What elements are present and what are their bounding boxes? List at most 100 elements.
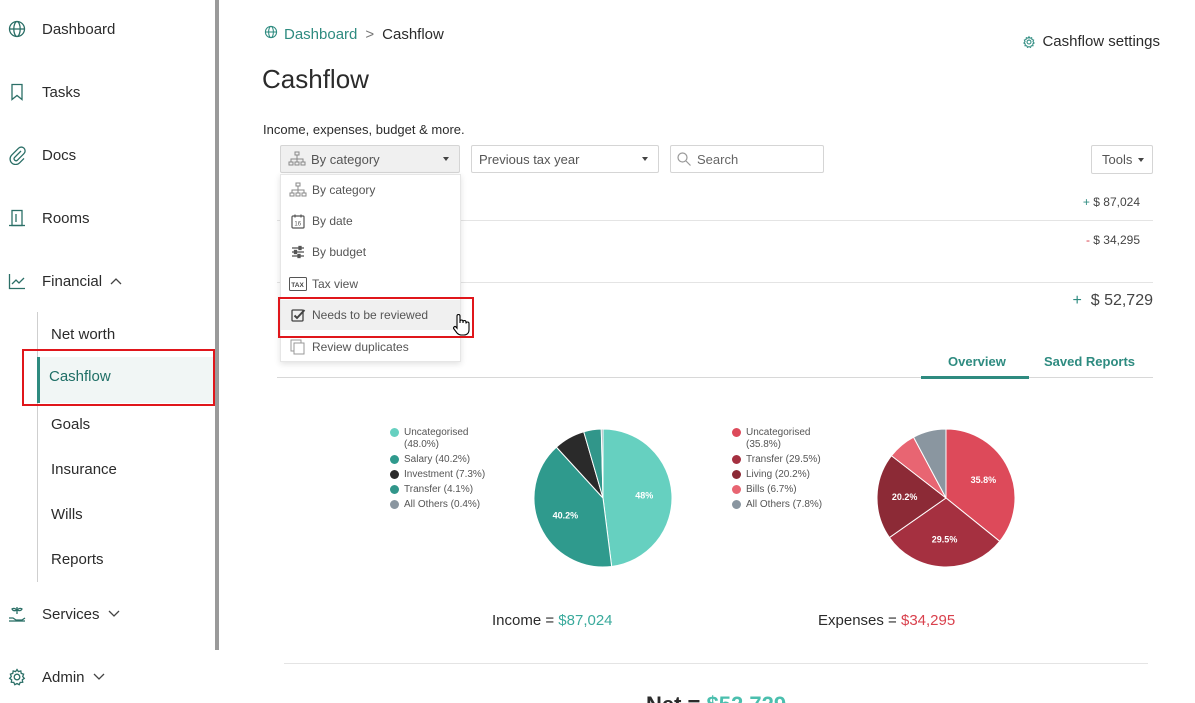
legend-swatch (390, 455, 399, 464)
legend-label: Salary (40.2%) (404, 454, 471, 465)
svg-text:16: 16 (294, 221, 301, 227)
breadcrumb-dashboard-link[interactable]: Dashboard (284, 26, 357, 43)
highlight-box-cashflow (22, 349, 215, 406)
sidebar-item-label: Financial (42, 272, 103, 290)
page-title: Cashflow (262, 64, 369, 94)
sidebar-item-tasks[interactable]: Tasks (0, 72, 80, 112)
pie-slice-label: 29.5% (932, 534, 958, 544)
sidebar-item-rooms[interactable]: Rooms (0, 198, 90, 238)
legend-swatch (732, 428, 741, 437)
sidebar-item-label: Tasks (42, 83, 81, 101)
svg-text:TAX: TAX (291, 282, 304, 289)
sidebar-item-label: Services (42, 605, 100, 623)
legend-swatch (732, 455, 741, 464)
caret-down-icon (443, 157, 449, 161)
menu-item-tax-view[interactable]: TAX Tax view (281, 269, 460, 299)
legend-label: Living (20.2%) (746, 469, 810, 480)
search-icon (677, 152, 691, 166)
search-placeholder: Search (697, 151, 739, 167)
sidebar-item-dashboard[interactable]: Dashboard (0, 9, 115, 49)
sidebar-item-admin[interactable]: Admin (0, 657, 105, 697)
cashflow-settings-button[interactable]: Cashflow settings (1022, 33, 1160, 50)
gear-icon (1023, 35, 1036, 48)
legend-item[interactable]: Salary (40.2%) (390, 454, 494, 466)
section-divider (284, 663, 1148, 664)
legend-label: Investment (7.3%) (404, 469, 486, 480)
sliders-icon (289, 243, 307, 261)
legend-label: Uncategorised (35.8%) (746, 427, 811, 450)
copy-icon (289, 338, 307, 356)
legend-label: Bills (6.7%) (746, 484, 797, 495)
breadcrumb-separator: > (365, 25, 375, 43)
legend-label: Transfer (4.1%) (404, 484, 474, 495)
hand-cursor-icon (452, 313, 472, 342)
menu-item-by-date[interactable]: 16 By date (281, 206, 460, 236)
sidebar-item-services[interactable]: Services (0, 594, 120, 634)
tax-icon: TAX (289, 275, 307, 293)
chevron-down-icon (93, 673, 105, 681)
sidebar-subitem-wills[interactable]: Wills (51, 503, 83, 527)
breadcrumb: Dashboard > Cashflow (264, 25, 444, 43)
legend-label: All Others (0.4%) (404, 499, 481, 510)
tools-label: Tools (1102, 152, 1133, 167)
legend-swatch (390, 470, 399, 479)
legend-swatch (732, 485, 741, 494)
legend-item[interactable]: Investment (7.3%) (390, 469, 494, 481)
menu-item-by-category[interactable]: By category (281, 175, 460, 205)
income-total: Income = $87,024 (492, 612, 613, 629)
legend-item[interactable]: Transfer (29.5%) (732, 454, 836, 466)
legend-item[interactable]: Bills (6.7%) (732, 484, 836, 496)
settings-label: Cashflow settings (1042, 33, 1160, 50)
legend-item[interactable]: All Others (0.4%) (390, 499, 494, 511)
sidebar-scrollbar[interactable] (215, 0, 219, 650)
tools-button[interactable]: Tools (1091, 145, 1153, 174)
hierarchy-icon (289, 181, 307, 199)
net-total-heading: Net = $52,729 (646, 692, 786, 703)
sidebar-subitem-insurance[interactable]: Insurance (51, 458, 117, 482)
sidebar-item-label: Docs (42, 146, 77, 164)
calendar-icon: 16 (289, 212, 307, 230)
tab-active-indicator (921, 376, 1029, 379)
legend-item[interactable]: Transfer (4.1%) (390, 484, 494, 496)
globe-icon (264, 25, 278, 43)
menu-item-by-budget[interactable]: By budget (281, 237, 460, 267)
legend-swatch (732, 500, 741, 509)
caret-down-icon (642, 157, 648, 161)
expenses-chart-legend: Uncategorised (35.8%) Transfer (29.5%) Liv… (732, 427, 836, 514)
legend-item[interactable]: Uncategorised (48.0%) (390, 427, 494, 451)
income-chart-legend: Uncategorised (48.0%) Salary (40.2%) Inves… (390, 427, 494, 514)
chevron-up-icon (110, 277, 122, 285)
sidebar-item-financial[interactable]: Financial (0, 261, 122, 301)
chevron-down-icon (108, 610, 120, 618)
trend-icon (7, 271, 27, 291)
legend-item[interactable]: Living (20.2%) (732, 469, 836, 481)
legend-swatch (732, 470, 741, 479)
legend-label: Transfer (29.5%) (746, 454, 821, 465)
pie-slice-label: 35.8% (971, 475, 997, 485)
period-select[interactable]: Previous tax year (471, 145, 659, 173)
sidebar-item-docs[interactable]: Docs (0, 135, 76, 175)
legend-label: All Others (7.8%) (746, 499, 823, 510)
hierarchy-icon (288, 151, 306, 167)
sidebar-subitem-goals[interactable]: Goals (51, 413, 90, 437)
tab-saved-reports[interactable]: Saved Reports (1044, 354, 1135, 369)
breadcrumb-current: Cashflow (382, 25, 444, 43)
gear-icon (7, 667, 27, 687)
legend-item[interactable]: Uncategorised (35.8%) (732, 427, 836, 451)
legend-label: Uncategorised (48.0%) (404, 427, 469, 450)
bookmark-icon (7, 82, 27, 102)
highlight-box-needs-review (278, 297, 474, 338)
hand-plant-icon (7, 604, 27, 624)
tab-overview[interactable]: Overview (948, 354, 1006, 369)
sidebar-subitem-reports[interactable]: Reports (51, 548, 104, 572)
pie-slice-label: 48% (635, 490, 653, 500)
legend-swatch (390, 485, 399, 494)
sidebar-item-label: Dashboard (42, 20, 116, 38)
view-select[interactable]: By category (280, 145, 460, 173)
legend-item[interactable]: All Others (7.8%) (732, 499, 836, 511)
paperclip-icon (7, 145, 27, 165)
sidebar-item-label: Rooms (42, 209, 90, 227)
search-input[interactable]: Search (670, 145, 824, 173)
sidebar-subitem-net-worth[interactable]: Net worth (51, 323, 115, 347)
summary-income: + $ 87,024 (1082, 195, 1140, 209)
